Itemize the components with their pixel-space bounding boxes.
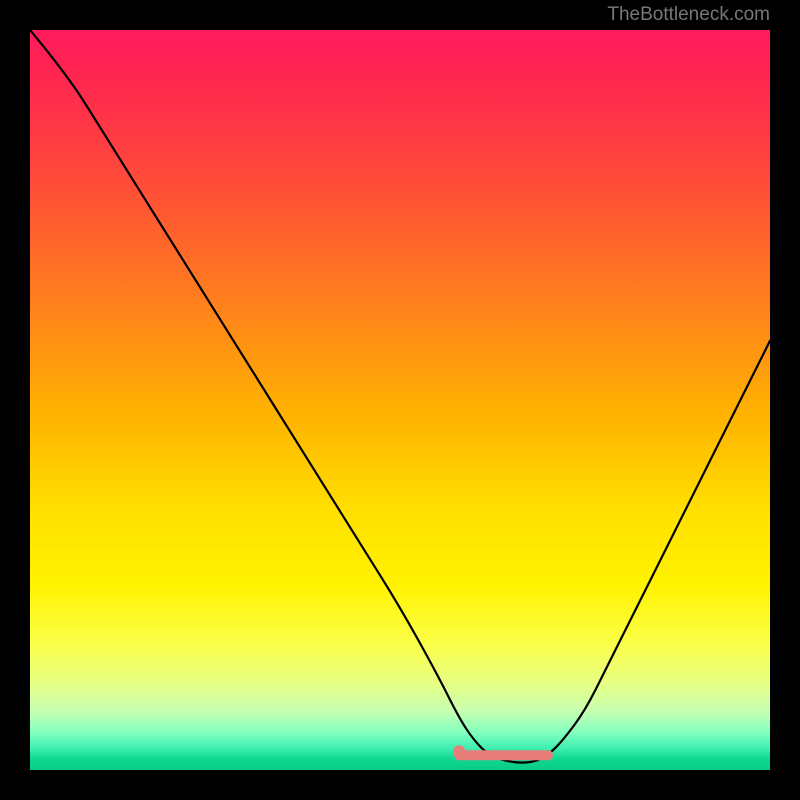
curve-svg <box>30 30 770 770</box>
plot-area <box>30 30 770 770</box>
attribution-text: TheBottleneck.com <box>607 4 770 26</box>
chart-container: TheBottleneck.com <box>0 0 800 800</box>
highlight-start-dot <box>453 745 465 757</box>
bottleneck-curve <box>30 30 770 763</box>
